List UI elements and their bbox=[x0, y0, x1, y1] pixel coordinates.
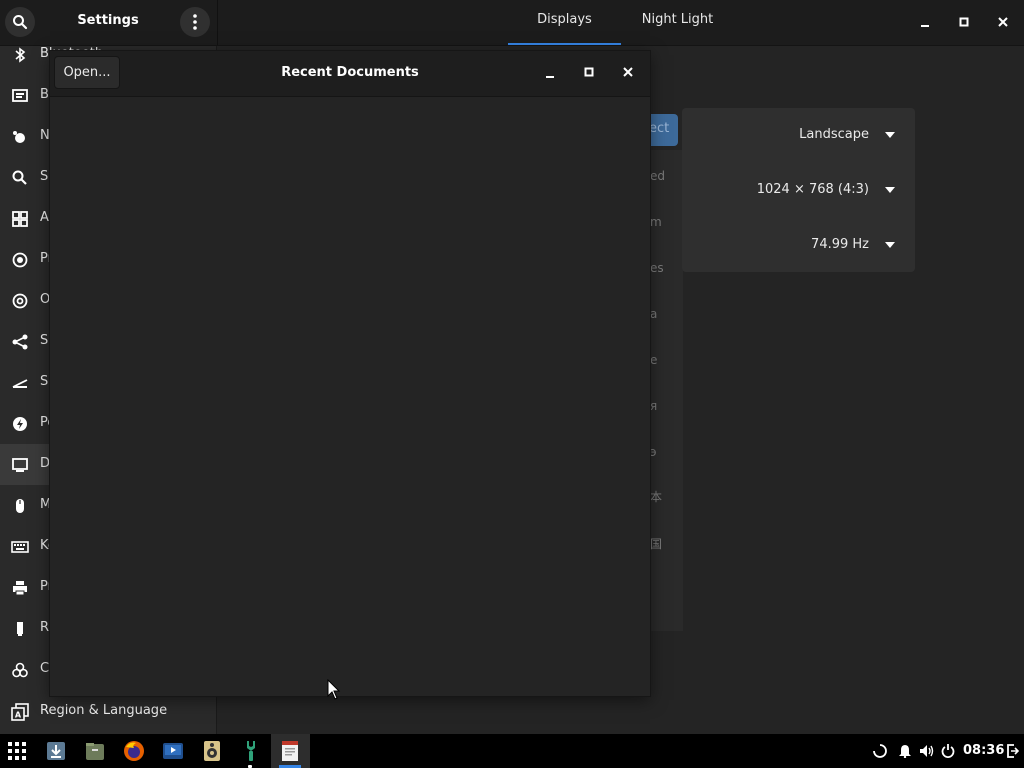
displays-icon bbox=[11, 456, 29, 474]
tab-label: Night Light bbox=[641, 12, 714, 27]
display-settings-panel: Landscape 1024 × 768 (4:3) 74.99 Hz bbox=[682, 108, 915, 272]
main-menu-button[interactable] bbox=[180, 7, 210, 37]
search-icon bbox=[11, 169, 29, 187]
orientation-value: Landscape bbox=[799, 127, 869, 142]
orientation-row[interactable]: Landscape bbox=[682, 108, 915, 162]
video-player-icon[interactable] bbox=[161, 739, 185, 763]
list-item: ed bbox=[650, 169, 665, 183]
firefox-icon[interactable] bbox=[122, 739, 146, 763]
sharing-icon bbox=[11, 333, 29, 351]
volume-icon[interactable] bbox=[919, 744, 935, 758]
files-icon[interactable] bbox=[83, 739, 107, 763]
list-item: m bbox=[650, 215, 662, 229]
rhythmbox-icon[interactable] bbox=[200, 739, 224, 763]
tab-label: Displays bbox=[537, 12, 592, 27]
color-icon bbox=[11, 661, 29, 679]
tab-displays[interactable]: Displays bbox=[508, 12, 621, 45]
mouse-pointer-icon bbox=[327, 679, 341, 701]
resolution-value: 1024 × 768 (4:3) bbox=[756, 182, 869, 197]
notifications-icon bbox=[11, 128, 29, 146]
sidebar-item-label: N bbox=[40, 128, 50, 143]
region-language-icon: A bbox=[11, 703, 29, 721]
recent-documents-list[interactable] bbox=[50, 97, 650, 696]
dropdown-arrow-icon bbox=[885, 132, 895, 138]
online-accounts-icon bbox=[11, 292, 29, 310]
open-button-label: Open... bbox=[63, 65, 111, 80]
logout-icon[interactable] bbox=[1007, 744, 1019, 758]
settings-title: Settings bbox=[77, 13, 139, 28]
sidebar-item-region-language[interactable]: A Region & Language bbox=[0, 691, 216, 732]
svg-text:A: A bbox=[15, 711, 22, 720]
dialog-close-button[interactable] bbox=[616, 62, 640, 82]
list-item: 本 bbox=[650, 490, 663, 504]
list-item: es bbox=[650, 261, 664, 275]
close-button[interactable] bbox=[991, 12, 1015, 32]
dialog-maximize-button[interactable] bbox=[577, 62, 601, 82]
minimize-icon bbox=[545, 68, 555, 78]
notifications-bell-icon[interactable] bbox=[898, 744, 912, 758]
open-button[interactable]: Open... bbox=[54, 56, 120, 89]
removable-media-icon bbox=[11, 620, 29, 638]
apps-grid-icon[interactable] bbox=[5, 739, 29, 763]
power-icon bbox=[11, 415, 29, 433]
downloads-icon[interactable] bbox=[44, 739, 68, 763]
power-menu-icon[interactable] bbox=[941, 743, 955, 758]
list-item: e bbox=[650, 353, 658, 367]
clock[interactable]: 08:36 bbox=[963, 743, 1004, 758]
maximize-button[interactable] bbox=[952, 12, 976, 32]
background-icon bbox=[11, 87, 29, 105]
maximize-icon bbox=[959, 17, 969, 27]
minimize-icon bbox=[920, 17, 930, 27]
close-icon bbox=[623, 67, 633, 77]
loading-spinner-icon bbox=[873, 744, 887, 758]
list-item: э bbox=[650, 445, 657, 459]
sound-icon bbox=[11, 374, 29, 392]
list-item: a bbox=[650, 307, 658, 321]
dropdown-arrow-icon bbox=[885, 187, 895, 193]
sidebar-item-label: O bbox=[40, 292, 51, 307]
dialog-minimize-button[interactable] bbox=[538, 63, 562, 83]
header-separator bbox=[217, 0, 218, 45]
applications-icon bbox=[11, 210, 29, 228]
text-editor-icon[interactable] bbox=[278, 739, 302, 763]
tab-night-light[interactable]: Night Light bbox=[621, 12, 734, 45]
mouse-icon bbox=[11, 497, 29, 515]
privacy-icon bbox=[11, 251, 29, 269]
detect-button-label: ect bbox=[649, 121, 670, 136]
maximize-icon bbox=[584, 67, 594, 77]
refresh-rate-value: 74.99 Hz bbox=[811, 237, 869, 252]
dropdown-arrow-icon bbox=[885, 242, 895, 248]
printers-icon bbox=[11, 579, 29, 597]
resolution-row[interactable]: 1024 × 768 (4:3) bbox=[682, 163, 915, 217]
taskbar bbox=[0, 734, 1024, 768]
list-item: 国 bbox=[650, 537, 663, 551]
dialog-title: Recent Documents bbox=[281, 65, 419, 80]
minimize-button[interactable] bbox=[913, 12, 937, 32]
close-icon bbox=[998, 17, 1008, 27]
sidebar-item-label: D bbox=[40, 456, 51, 471]
recent-documents-window: Open... Recent Documents bbox=[50, 51, 650, 696]
search-button[interactable] bbox=[5, 7, 35, 37]
keyboard-icon bbox=[11, 538, 29, 556]
vertical-dots-icon bbox=[192, 14, 198, 30]
sidebar-item-label: Region & Language bbox=[40, 703, 168, 718]
bluetooth-icon bbox=[11, 46, 29, 64]
list-item: я bbox=[650, 399, 658, 413]
settings-app-icon[interactable] bbox=[239, 739, 263, 763]
refresh-rate-row[interactable]: 74.99 Hz bbox=[682, 218, 915, 272]
search-icon bbox=[12, 14, 28, 30]
